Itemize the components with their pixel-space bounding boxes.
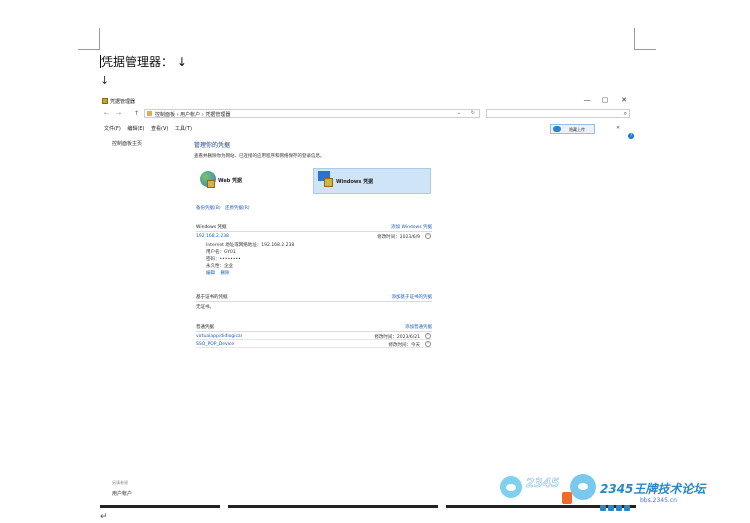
generic-credentials-section: 普通凭据 添加普通凭据 virtualapp/didlogical 修改时间：2… [196, 324, 432, 348]
empty-message: 无证书。 [196, 305, 214, 310]
main-content: 管理你的凭据 查看并删除你为网站、已连接的应用程序和网络保存的登录信息。 Web… [194, 140, 434, 348]
forward-icon[interactable]: → [116, 110, 121, 117]
section-header: 普通凭据 添加普通凭据 [196, 324, 432, 332]
refresh-icon[interactable]: ↻ [471, 110, 475, 116]
paragraph-mark: ↓ [100, 74, 110, 87]
breadcrumb: 控制面板 › 用户帐户 › 凭据管理器 [155, 112, 231, 118]
tab-label: Windows 凭据 [336, 179, 374, 185]
social-icon [624, 505, 630, 511]
menu-edit[interactable]: 编辑(E) [127, 126, 144, 132]
chevron-up-icon[interactable]: ˄ [425, 233, 431, 239]
back-icon[interactable]: ← [104, 110, 109, 117]
backup-credentials-link[interactable]: 备份凭据(B) [196, 206, 221, 211]
add-generic-credential-link[interactable]: 添加普通凭据 [405, 324, 432, 330]
credential-modified: 修改时间：今天 [388, 343, 421, 348]
tab-windows-credentials[interactable]: Windows 凭据 [313, 168, 431, 194]
section-header: Windows 凭据 添加 Windows 凭据 [196, 224, 432, 232]
section-title: 普通凭据 [196, 325, 214, 330]
detail-password: 密码：•••••••• [206, 257, 241, 262]
credential-modified: 修改时间：2023/6/9 [377, 235, 420, 240]
mascot-logo [500, 476, 522, 498]
watermark-text-secondary: 2345王牌技术论坛 [600, 482, 706, 496]
crop-mark-top-right [634, 28, 656, 50]
taskbar-fragment [228, 505, 438, 508]
chevron-down-icon[interactable]: ˅ [425, 333, 431, 339]
restore-credentials-link[interactable]: 还原凭据(R) [225, 206, 250, 211]
site-watermark: 2345 2345王牌技术论坛 bbs.2345.cn [500, 470, 740, 512]
credential-row[interactable]: SSO_POP_Device 修改时间：今天 ˅ [196, 340, 432, 348]
search-icon[interactable]: ⌕ [624, 110, 627, 118]
search-input[interactable]: ⌕ [486, 109, 630, 118]
backup-restore-links: 备份凭据(B) 还原凭据(R) [196, 205, 253, 211]
credential-name: virtualapp/didlogical [196, 334, 242, 339]
credential-actions: 编辑 删除 [206, 270, 432, 277]
credential-row[interactable]: virtualapp/didlogical 修改时间：2023/6/21 ˅ [196, 332, 432, 340]
credential-name: SSO_POP_Device [196, 342, 235, 347]
delete-link[interactable]: 删除 [220, 271, 229, 276]
vault-icon [324, 178, 333, 187]
social-icon [608, 505, 614, 511]
credential-row[interactable]: 192.168.2.238 修改时间：2023/6/9 ˄ [196, 232, 432, 240]
help-icon[interactable]: ? [628, 133, 634, 139]
windows-credentials-section: Windows 凭据 添加 Windows 凭据 192.168.2.238 修… [196, 224, 432, 277]
section-title: Windows 凭据 [196, 225, 227, 230]
edit-link[interactable]: 编辑 [206, 271, 215, 276]
upload-button[interactable]: 隐藏上传 [550, 124, 595, 134]
tab-web-credentials[interactable]: Web 凭据 [196, 168, 314, 194]
mascot-eye [506, 484, 516, 491]
social-icons [600, 496, 632, 515]
credential-manager-icon [102, 98, 108, 104]
mascot-eye [578, 483, 588, 490]
credential-name: 192.168.2.238 [196, 234, 229, 239]
section-title: 基于证书的凭据 [196, 295, 228, 300]
window-title: 凭据管理器 [110, 99, 136, 105]
credential-details: Internet 地址或网络地址：192.168.2.238 用户名：GY01 … [196, 242, 432, 277]
line-break-mark: ↓ [176, 55, 187, 69]
sidebar-item-control-panel-home[interactable]: 控制面板主页 [112, 140, 142, 147]
social-icon [600, 505, 606, 511]
menu-tools[interactable]: 工具(T) [175, 126, 192, 132]
badge-icon [562, 492, 572, 504]
address-bar-row: ← → ↑ 控制面板 › 用户帐户 › 凭据管理器 ⌄ ↻ ⌕ [100, 108, 638, 120]
vault-icon [207, 180, 215, 188]
page-title: 管理你的凭据 [194, 142, 231, 149]
close-icon[interactable]: ✕ [616, 125, 620, 131]
section-header: 基于证书的凭据 添加基于证书的凭据 [196, 294, 432, 302]
mascot-logo [570, 474, 596, 500]
credential-manager-window: 凭据管理器 — ▢ ✕ ← → ↑ 控制面板 › 用户帐户 › 凭据管理器 ⌄ … [100, 92, 638, 504]
chevron-down-icon[interactable]: ˅ [425, 341, 431, 347]
certificate-credentials-section: 基于证书的凭据 添加基于证书的凭据 无证书。 [196, 294, 432, 310]
chevron-down-icon[interactable]: ⌄ [457, 110, 461, 116]
address-input[interactable]: 控制面板 › 用户帐户 › 凭据管理器 ⌄ ↻ [144, 109, 480, 118]
control-panel-icon [147, 111, 152, 116]
menu-bar: 文件(F) 编辑(E) 查看(V) 工具(T) [104, 125, 197, 132]
add-windows-credential-link[interactable]: 添加 Windows 凭据 [391, 224, 432, 230]
close-button[interactable]: ✕ [619, 96, 629, 104]
watermark-url: bbs.2345.cn [640, 497, 677, 504]
social-icon [616, 505, 622, 511]
taskbar-fragment [100, 505, 220, 508]
cloud-icon [553, 126, 561, 132]
sidebar-item-user-accounts[interactable]: 用户帐户 [112, 490, 132, 497]
add-certificate-credential-link[interactable]: 添加基于证书的凭据 [392, 294, 433, 300]
tab-label: Web 凭据 [218, 178, 243, 184]
document-heading: 凭据管理器： ↓ [100, 53, 187, 70]
watermark-text-primary: 2345 [526, 476, 560, 491]
detail-username: 用户名：GY01 [206, 250, 236, 255]
title-bar: 凭据管理器 — ▢ ✕ [100, 94, 638, 108]
crop-mark-top-left [78, 28, 100, 50]
menu-file[interactable]: 文件(F) [104, 126, 121, 132]
heading-text: 凭据管理器： [101, 55, 174, 69]
see-also-label: 另请参阅 [112, 480, 128, 485]
menu-view[interactable]: 查看(V) [151, 126, 168, 132]
detail-persistence: 永久性：企业 [206, 264, 233, 269]
upload-label: 隐藏上传 [569, 127, 585, 132]
paragraph-mark: ↵ [100, 512, 108, 522]
up-icon[interactable]: ↑ [134, 110, 139, 117]
maximize-button[interactable]: ▢ [600, 96, 610, 104]
minimize-button[interactable]: — [582, 96, 592, 104]
page-description: 查看并删除你为网站、已连接的应用程序和网络保存的登录信息。 [194, 154, 325, 159]
detail-address: Internet 地址或网络地址：192.168.2.238 [206, 243, 295, 248]
